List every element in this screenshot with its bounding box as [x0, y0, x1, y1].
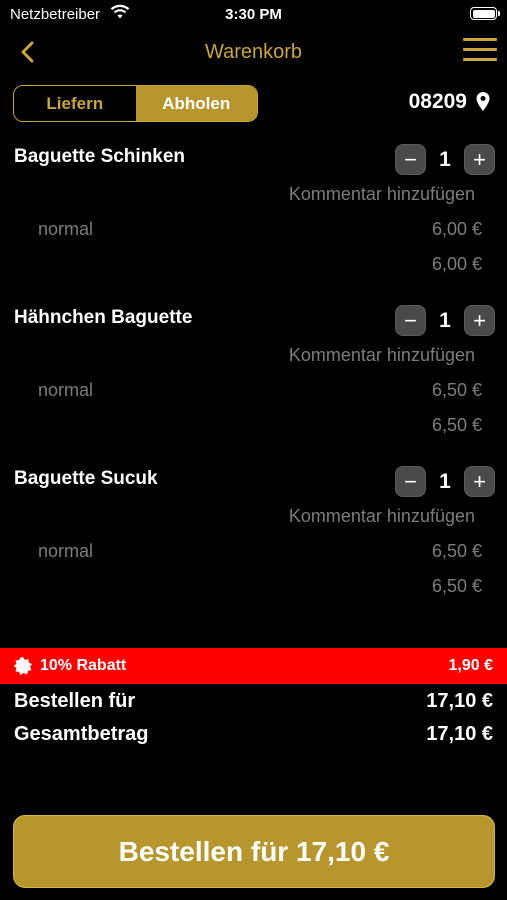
discount-label: 10% Rabatt — [40, 657, 127, 674]
decrease-button[interactable]: − — [395, 305, 426, 336]
tab-liefern[interactable]: Liefern — [14, 86, 136, 121]
decrease-button[interactable]: − — [395, 144, 426, 175]
item-name: Hähnchen Baguette — [14, 307, 193, 328]
tab-abholen[interactable]: Abholen — [135, 86, 257, 121]
discount-badge-icon — [14, 657, 32, 675]
increase-button[interactable]: + — [464, 144, 495, 175]
item-line-total: 6,00 € — [431, 254, 482, 274]
quantity-stepper: − 1 + — [395, 305, 495, 336]
quantity-stepper: − 1 + — [395, 466, 495, 497]
add-comment-link[interactable]: Kommentar hinzufügen — [289, 506, 475, 527]
grand-total-label: Gesamtbetrag — [14, 723, 149, 745]
item-unit-price: 6,00 € — [431, 219, 482, 239]
item-quantity: 1 — [439, 308, 451, 332]
increase-button[interactable]: + — [464, 305, 495, 336]
place-order-button[interactable]: Bestellen für 17,10 € — [13, 815, 495, 888]
delivery-mode-toggle: Liefern Abholen — [13, 85, 258, 122]
item-name: Baguette Sucuk — [14, 468, 158, 489]
status-bar: Netzbetreiber 3:30 PM — [0, 0, 507, 28]
location-zip[interactable]: 08209 — [409, 90, 491, 114]
item-quantity: 1 — [439, 147, 451, 171]
item-unit-price: 6,50 € — [431, 380, 482, 400]
item-line-total: 6,50 € — [431, 576, 482, 596]
add-comment-link[interactable]: Kommentar hinzufügen — [289, 184, 475, 205]
increase-button[interactable]: + — [464, 466, 495, 497]
page-title: Warenkorb — [204, 41, 303, 63]
item-quantity: 1 — [439, 469, 451, 493]
decrease-button[interactable]: − — [395, 466, 426, 497]
battery-icon — [470, 7, 500, 20]
quantity-stepper: − 1 + — [395, 144, 495, 175]
item-variant: normal — [38, 541, 94, 561]
item-name: Baguette Schinken — [14, 146, 186, 167]
discount-banner: 10% Rabatt 1,90 € — [0, 648, 507, 684]
grand-total-value: 17,10 € — [426, 723, 493, 745]
location-pin-icon — [476, 92, 490, 111]
order-for-value: 17,10 € — [426, 690, 493, 712]
item-variant: normal — [38, 219, 94, 239]
discount-amount: 1,90 € — [448, 657, 493, 674]
nav-bar: Warenkorb — [0, 30, 507, 74]
item-line-total: 6,50 € — [431, 415, 482, 435]
hamburger-menu-icon[interactable] — [463, 38, 497, 64]
add-comment-link[interactable]: Kommentar hinzufügen — [289, 345, 475, 366]
item-unit-price: 6,50 € — [431, 541, 482, 561]
clock: 3:30 PM — [225, 6, 282, 23]
zip-code: 08209 — [408, 90, 467, 113]
item-variant: normal — [38, 380, 94, 400]
order-for-label: Bestellen für — [14, 690, 136, 712]
